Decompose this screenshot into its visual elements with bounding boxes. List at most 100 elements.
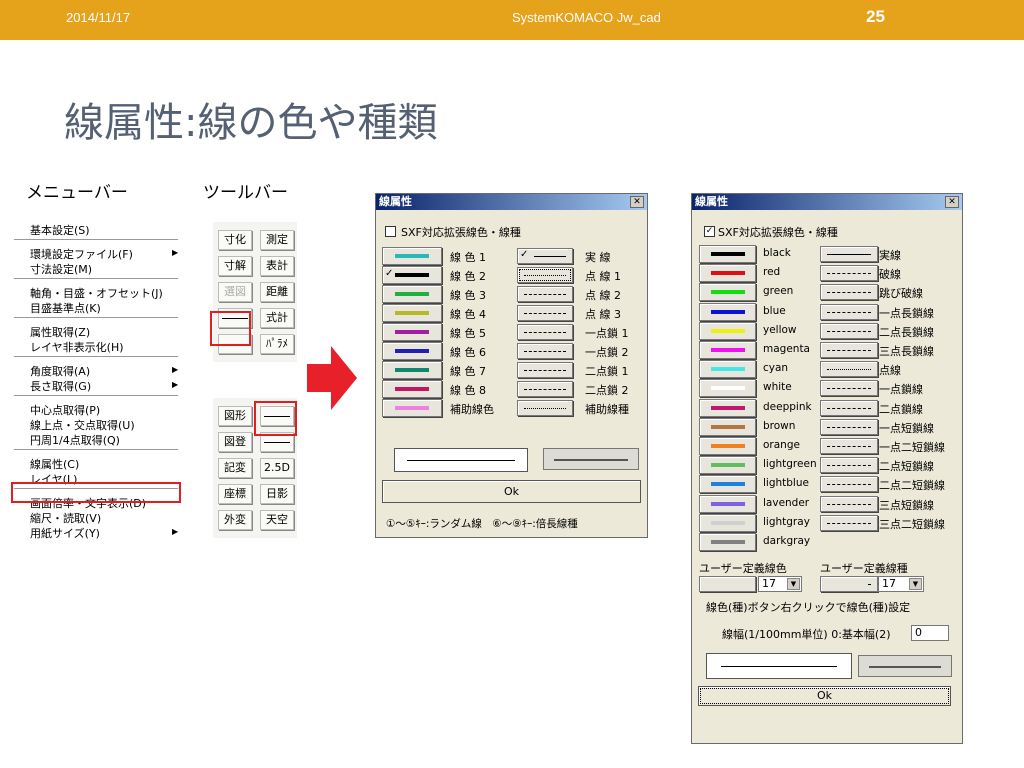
line-color-button[interactable]	[699, 417, 756, 436]
user-type-button[interactable]	[820, 576, 878, 592]
line-type-button[interactable]	[517, 343, 573, 359]
line-type-button[interactable]	[820, 380, 878, 397]
line-color-button[interactable]	[699, 533, 756, 551]
toolbar-button[interactable]: ﾊﾟﾗﾒ	[260, 334, 294, 354]
line-color-button[interactable]	[699, 379, 756, 398]
menu-item[interactable]: 基本設定(S)	[30, 222, 90, 238]
toolbar-button[interactable]: 外変	[218, 510, 252, 530]
line-type-button[interactable]	[820, 438, 878, 454]
line-color-button[interactable]	[382, 399, 442, 417]
line-color-label: deeppink	[763, 400, 812, 413]
toolbar-button[interactable]: 距離	[260, 282, 294, 302]
line-color-button[interactable]	[699, 321, 756, 340]
line-type-button[interactable]	[517, 305, 573, 321]
line-color-button[interactable]	[382, 361, 442, 379]
line-color-button[interactable]	[699, 360, 756, 379]
menu-item[interactable]: 用紙サイズ(Y)	[30, 525, 100, 541]
line-type-button[interactable]	[820, 514, 878, 531]
line-type-button[interactable]	[820, 303, 878, 320]
line-color-button[interactable]	[382, 380, 442, 398]
line-type-button[interactable]	[517, 267, 573, 283]
toolbar-button[interactable]: 図登	[218, 432, 252, 452]
line-color-button[interactable]	[699, 513, 756, 532]
chevron-down-icon[interactable]: ▼	[787, 578, 800, 590]
user-type-select[interactable]: 17 ▼	[878, 576, 924, 592]
line-type-button[interactable]	[820, 418, 878, 435]
line-color-button[interactable]	[699, 283, 756, 302]
menu-item[interactable]: 線上点・交点取得(U)	[30, 417, 135, 433]
line-color-button[interactable]	[699, 475, 756, 494]
line-type-button[interactable]	[820, 361, 878, 378]
line-type-button[interactable]	[820, 457, 878, 474]
line-color-button[interactable]	[382, 285, 442, 303]
close-icon[interactable]: ✕	[945, 196, 959, 208]
ok-button[interactable]: Ok	[698, 686, 951, 706]
chevron-down-icon[interactable]: ▼	[909, 578, 922, 590]
line-type-button[interactable]: ✓	[517, 248, 573, 264]
menu-separator	[14, 449, 178, 450]
menu-item[interactable]: 環境設定ファイル(F)	[30, 246, 133, 262]
line-type-button[interactable]	[517, 381, 573, 397]
menu-item[interactable]: 中心点取得(P)	[30, 402, 100, 418]
line-type-button[interactable]	[517, 400, 573, 416]
line-color-button[interactable]	[699, 456, 756, 475]
line-type-button[interactable]	[820, 495, 878, 512]
toolbar-button[interactable]: 寸解	[218, 256, 252, 276]
line-type-button[interactable]	[820, 342, 878, 358]
line-color-button[interactable]	[382, 323, 442, 341]
line-color-button[interactable]	[699, 302, 756, 321]
line-color-label: 線 色 7	[450, 365, 486, 378]
user-color-select[interactable]: 17 ▼	[758, 576, 802, 592]
menu-item[interactable]: 属性取得(Z)	[30, 324, 90, 340]
toolbar-button[interactable]: 測定	[260, 230, 294, 250]
line-width-input[interactable]: 0	[911, 625, 949, 641]
toolbar-button[interactable]: 寸化	[218, 230, 252, 250]
line-color-button[interactable]	[699, 264, 756, 283]
toolbar-button[interactable]: 座標	[218, 484, 252, 504]
menu-item[interactable]: 軸角・目盛・オフセット(J)	[30, 285, 163, 301]
toolbar-button[interactable]: 記変	[218, 458, 252, 478]
line-color-button[interactable]	[382, 247, 442, 265]
line-type-button[interactable]	[820, 265, 878, 282]
toolbar-button[interactable]: 日影	[260, 484, 294, 504]
toolbar-button[interactable]: 式計	[260, 308, 294, 328]
line-color-button[interactable]	[699, 437, 756, 455]
line-color-label: magenta	[763, 343, 810, 355]
line-color-button[interactable]	[382, 304, 442, 322]
toolbar-button[interactable]: 2.5D	[260, 458, 294, 478]
menu-item[interactable]: 寸法設定(M)	[30, 261, 92, 277]
line-color-button[interactable]	[699, 398, 756, 417]
line-color-button[interactable]: ✓	[382, 266, 442, 284]
close-icon[interactable]: ✕	[630, 196, 644, 208]
menu-item[interactable]: 線属性(C)	[30, 456, 79, 472]
line-color-button[interactable]	[699, 245, 756, 263]
sxf-checkbox[interactable]	[385, 226, 396, 237]
menu-item[interactable]: レイヤ非表示化(H)	[30, 339, 124, 355]
sxf-checkbox[interactable]: ✓	[704, 226, 715, 237]
menu-item[interactable]: 縮尺・読取(V)	[30, 510, 101, 526]
menu-item[interactable]: 円周1/4点取得(Q)	[30, 432, 120, 448]
menu-item[interactable]: 目盛基準点(K)	[30, 300, 101, 316]
toolbar-button[interactable]: 図形	[218, 406, 252, 426]
submenu-arrow-icon: ▶	[172, 248, 179, 257]
line-type-button[interactable]	[820, 399, 878, 416]
line-color-label: 線 色 8	[450, 384, 486, 397]
menu-item[interactable]: 長さ取得(G)	[30, 378, 91, 394]
user-color-button[interactable]	[699, 576, 756, 592]
toolbar-button[interactable]: 天空	[260, 510, 294, 530]
line-type-button[interactable]	[517, 324, 573, 340]
line-type-button[interactable]	[820, 246, 878, 262]
ok-button[interactable]: Ok	[382, 480, 641, 503]
line-type-button[interactable]	[820, 322, 878, 339]
line-color-button[interactable]	[699, 341, 756, 359]
line-color-button[interactable]	[382, 342, 442, 360]
line-color-button[interactable]	[699, 494, 756, 513]
menu-separator	[14, 356, 178, 357]
line-type-button[interactable]	[517, 286, 573, 302]
line-type-button[interactable]	[820, 476, 878, 493]
line-type-button[interactable]	[820, 284, 878, 301]
line-type-button[interactable]	[517, 362, 573, 378]
menu-item[interactable]: 角度取得(A)	[30, 363, 90, 379]
toolbar-button[interactable]: 表計	[260, 256, 294, 276]
toolbar-button[interactable]: 選図	[218, 282, 252, 302]
